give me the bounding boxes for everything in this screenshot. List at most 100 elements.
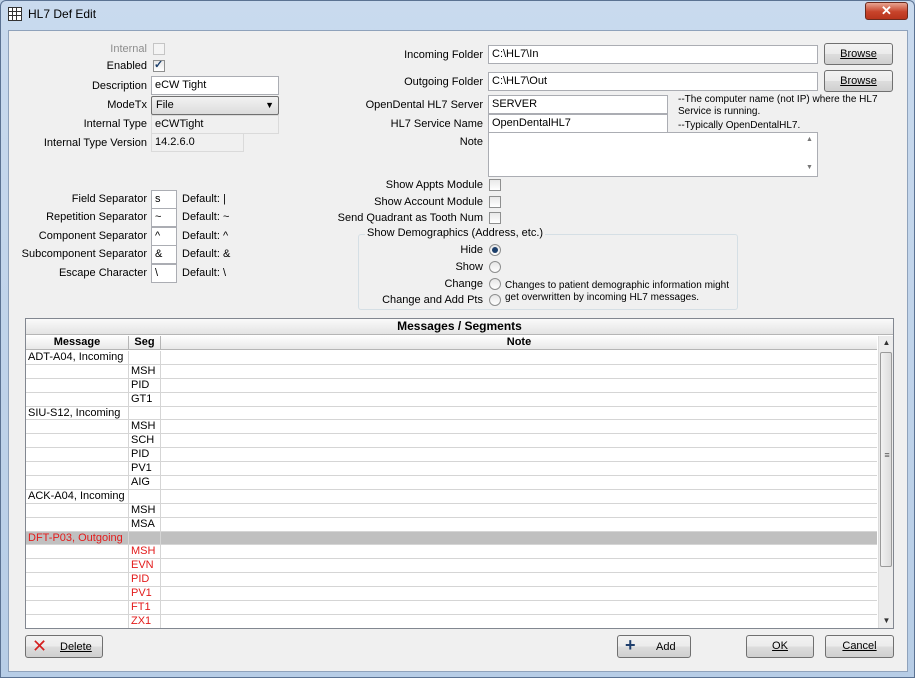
- cell-seg: AIG: [129, 476, 161, 490]
- cell-note: [161, 615, 877, 628]
- browse-outgoing-button[interactable]: Browse: [824, 70, 893, 92]
- delete-button[interactable]: ✕ Delete: [25, 635, 103, 658]
- table-row[interactable]: SCH: [26, 434, 877, 449]
- cell-note: [161, 518, 877, 531]
- cell-note: [161, 379, 877, 392]
- subcomponent-separator-input[interactable]: &: [151, 245, 177, 264]
- show-appts-module-label: Show Appts Module: [385, 179, 483, 191]
- description-label: Description: [91, 80, 147, 92]
- cell-message: [26, 364, 129, 378]
- server-label: OpenDental HL7 Server: [365, 99, 483, 111]
- component-separator-label: Component Separator: [38, 230, 147, 242]
- scroll-up-icon[interactable]: ▲: [879, 336, 893, 350]
- repetition-separator-default: Default: ~: [182, 211, 230, 223]
- description-input[interactable]: eCW Tight: [151, 76, 279, 95]
- cell-message: [26, 420, 129, 434]
- cell-note: [161, 476, 877, 489]
- cell-seg: MSH: [129, 545, 161, 559]
- show-appts-module-checkbox[interactable]: [489, 179, 501, 191]
- modetx-select[interactable]: File ▼: [151, 96, 279, 115]
- add-button[interactable]: + Add: [617, 635, 691, 658]
- internal-label: Internal: [110, 43, 147, 55]
- note-textarea[interactable]: [488, 132, 818, 177]
- table-row[interactable]: MSH: [26, 420, 877, 435]
- demographics-hide-radio[interactable]: [489, 244, 501, 256]
- cell-note: [161, 504, 877, 517]
- demographics-change-add-label: Change and Add Pts: [382, 294, 483, 306]
- escape-character-input[interactable]: \: [151, 264, 177, 283]
- table-row[interactable]: PV1: [26, 462, 877, 477]
- column-header-note[interactable]: Note: [161, 336, 877, 350]
- cell-note: [161, 434, 877, 447]
- table-row[interactable]: SIU-S12, Incoming: [26, 406, 877, 421]
- table-row[interactable]: MSH: [26, 503, 877, 518]
- table-row[interactable]: EVN: [26, 559, 877, 574]
- close-button[interactable]: ✕: [865, 2, 908, 20]
- dropdown-arrow-icon: ▼: [265, 100, 274, 110]
- table-row[interactable]: ADT-A04, Incoming: [26, 351, 877, 365]
- cell-message: [26, 573, 129, 587]
- demographics-change-add-radio[interactable]: [489, 294, 501, 306]
- scroll-thumb[interactable]: ≡: [880, 352, 892, 567]
- cell-seg: GT1: [129, 392, 161, 406]
- cell-note: [161, 462, 877, 475]
- table-row[interactable]: AIG: [26, 476, 877, 490]
- enabled-label: Enabled: [106, 60, 147, 72]
- cell-seg: [129, 406, 161, 420]
- note-scrollbar[interactable]: ▲ ▼: [804, 134, 816, 176]
- column-header-message[interactable]: Message: [26, 336, 129, 350]
- table-row[interactable]: PID: [26, 573, 877, 588]
- show-account-module-checkbox[interactable]: [489, 196, 501, 208]
- browse-outgoing-label: Browse: [840, 75, 877, 87]
- cell-note: [161, 573, 877, 586]
- server-input[interactable]: SERVER: [488, 95, 668, 114]
- table-row[interactable]: PV1: [26, 587, 877, 602]
- browse-incoming-button[interactable]: Browse: [824, 43, 893, 65]
- incoming-folder-input[interactable]: C:\HL7\In: [488, 45, 818, 64]
- ok-label: OK: [772, 640, 788, 652]
- table-row[interactable]: GT1: [26, 392, 877, 407]
- enabled-checkbox[interactable]: ✓: [153, 59, 165, 72]
- cell-message: ADT-A04, Incoming: [26, 351, 129, 364]
- cell-message: [26, 559, 129, 573]
- service-name-input[interactable]: OpenDentalHL7: [488, 114, 668, 133]
- cell-note: [161, 545, 877, 558]
- modetx-label: ModeTx: [107, 99, 147, 111]
- cell-seg: EVN: [129, 559, 161, 573]
- table-row[interactable]: PID: [26, 448, 877, 463]
- cell-note: [161, 407, 877, 420]
- table-row[interactable]: FT1: [26, 601, 877, 615]
- escape-character-label: Escape Character: [58, 267, 147, 279]
- cell-seg: [129, 531, 161, 545]
- demographics-show-radio[interactable]: [489, 261, 501, 273]
- field-separator-default: Default: |: [182, 193, 226, 205]
- component-separator-input[interactable]: ^: [151, 227, 177, 246]
- cell-seg: PID: [129, 378, 161, 392]
- table-row[interactable]: MSH: [26, 364, 877, 379]
- column-header-seg[interactable]: Seg: [129, 336, 161, 350]
- grid-scrollbar[interactable]: ▲ ≡ ▼: [878, 336, 893, 628]
- table-row[interactable]: PID: [26, 378, 877, 393]
- table-row[interactable]: ACK-A04, Incoming: [26, 489, 877, 504]
- internal-type-field: eCWTight: [151, 115, 279, 134]
- table-row[interactable]: DFT-P03, Outgoing: [26, 531, 877, 546]
- demographics-change-radio[interactable]: [489, 278, 501, 290]
- scroll-down-icon[interactable]: ▼: [879, 614, 893, 628]
- cancel-button[interactable]: Cancel: [825, 635, 894, 658]
- table-row[interactable]: MSH: [26, 545, 877, 560]
- send-quadrant-checkbox[interactable]: [489, 212, 501, 224]
- internal-type-version-label: Internal Type Version: [43, 137, 147, 149]
- field-separator-input[interactable]: s: [151, 190, 177, 209]
- cell-seg: MSA: [129, 517, 161, 531]
- delete-label: Delete: [60, 641, 92, 653]
- outgoing-folder-input[interactable]: C:\HL7\Out: [488, 72, 818, 91]
- repetition-separator-input[interactable]: ~: [151, 208, 177, 227]
- cell-message: [26, 392, 129, 406]
- add-label: Add: [656, 641, 676, 653]
- cell-note: [161, 587, 877, 600]
- table-row[interactable]: MSA: [26, 517, 877, 532]
- grid-rows: ADT-A04, Incoming MSH PID GT1 SIU-S12, Incom…: [26, 351, 877, 628]
- ok-button[interactable]: OK: [746, 635, 814, 658]
- table-row[interactable]: ZX1: [26, 614, 877, 628]
- cell-seg: PID: [129, 448, 161, 462]
